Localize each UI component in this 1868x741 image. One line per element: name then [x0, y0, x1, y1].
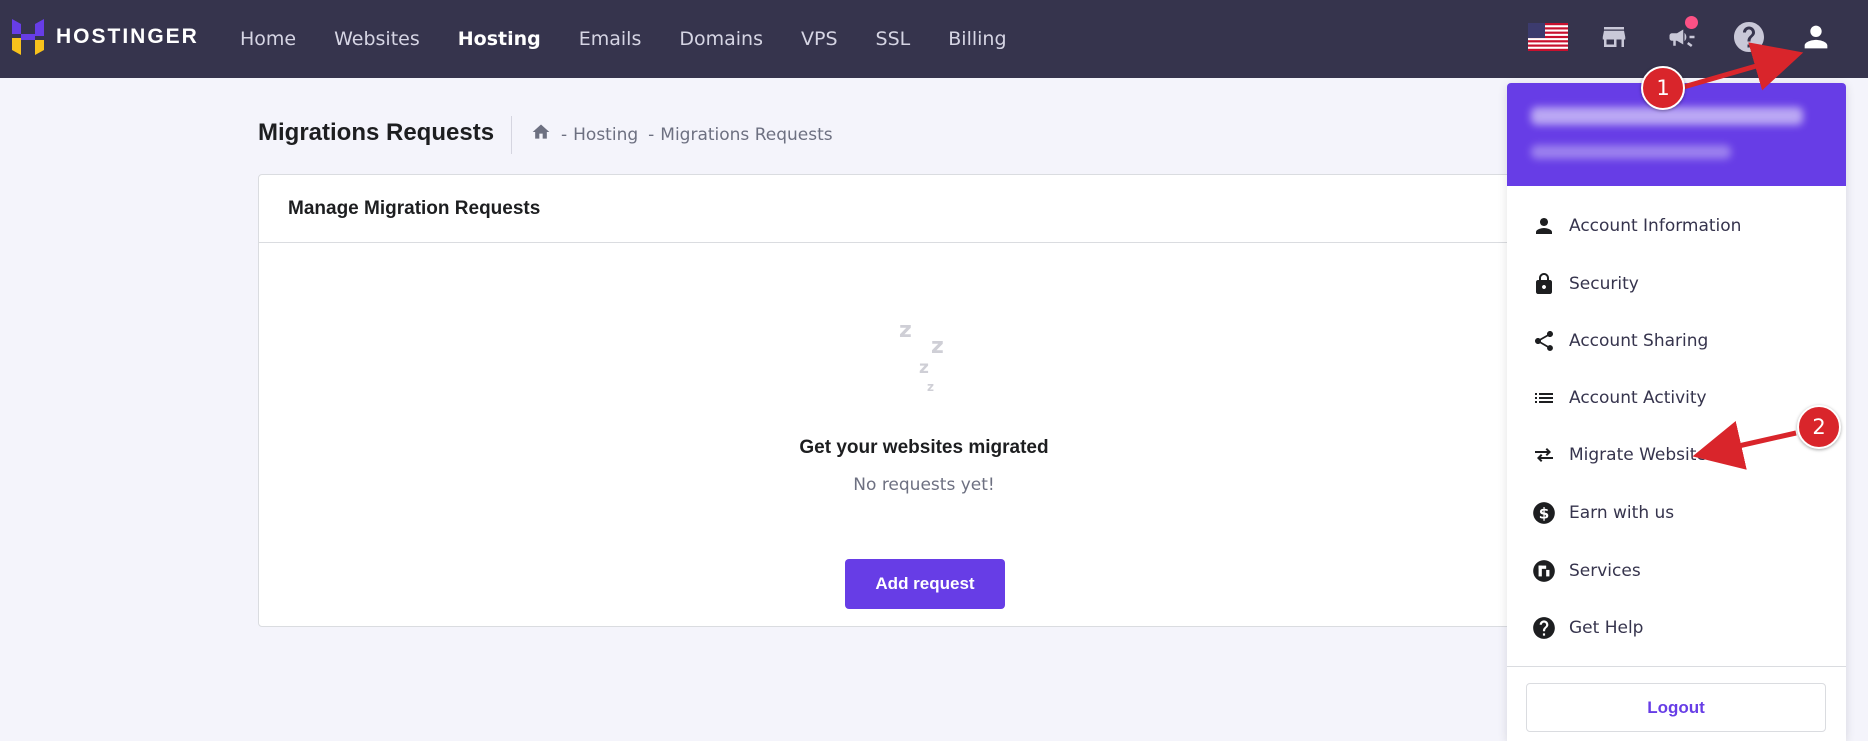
home-icon[interactable] — [531, 122, 551, 147]
lock-icon — [1531, 271, 1557, 297]
list-icon — [1531, 385, 1557, 411]
share-icon — [1531, 328, 1557, 354]
annotation-marker-1: 1 — [1641, 66, 1685, 110]
nav-hosting[interactable]: Hosting — [458, 28, 541, 50]
nav-ssl[interactable]: SSL — [876, 28, 911, 50]
menu-item-label: Migrate Website — [1569, 445, 1707, 465]
add-request-button[interactable]: Add request — [845, 559, 1005, 609]
title-divider — [511, 116, 512, 154]
svg-text:z: z — [919, 358, 929, 378]
empty-state-subtitle: No requests yet! — [853, 475, 995, 495]
brand-name: HOSTINGER — [56, 25, 199, 48]
breadcrumb-separator: - — [648, 124, 655, 145]
menu-item-label: Account Activity — [1569, 388, 1707, 408]
main-nav: Home Websites Hosting Emails Domains VPS… — [240, 0, 1045, 78]
menu-item-label: Account Information — [1569, 216, 1742, 236]
blurred-username — [1531, 145, 1731, 159]
top-navigation-bar: HOSTINGER Home Websites Hosting Emails D… — [0, 0, 1868, 78]
notification-dot — [1685, 16, 1698, 29]
menu-divider — [1507, 666, 1846, 667]
user-icon[interactable] — [1794, 17, 1838, 57]
breadcrumb: - Hosting - Migrations Requests — [531, 122, 833, 147]
empty-state-title: Get your websites migrated — [799, 437, 1049, 458]
us-flag-icon[interactable] — [1526, 17, 1570, 57]
store-icon[interactable] — [1592, 17, 1636, 57]
annotation-marker-2: 2 — [1797, 405, 1841, 449]
menu-item-security[interactable]: Security — [1507, 261, 1846, 307]
nav-emails[interactable]: Emails — [579, 28, 642, 50]
logout-button[interactable]: Logout — [1526, 683, 1826, 732]
sleeping-zzz-icon: z z z z — [899, 318, 944, 394]
breadcrumb-separator: - — [561, 124, 568, 145]
card-header: Manage Migration Requests — [259, 175, 1587, 243]
menu-item-label: Earn with us — [1569, 503, 1675, 523]
menu-item-earn-with-us[interactable]: $ Earn with us — [1507, 490, 1846, 536]
menu-item-migrate-website[interactable]: Migrate Website — [1507, 432, 1846, 478]
nav-billing[interactable]: Billing — [948, 28, 1006, 50]
account-dropdown-menu: Account Information Security Account Sha… — [1507, 83, 1846, 741]
dollar-icon: $ — [1531, 500, 1557, 526]
migrate-arrows-icon — [1531, 442, 1557, 468]
menu-item-label: Services — [1569, 561, 1641, 581]
page-title: Migrations Requests — [258, 119, 495, 146]
menu-item-get-help[interactable]: Get Help — [1507, 605, 1846, 651]
menu-item-account-sharing[interactable]: Account Sharing — [1507, 318, 1846, 364]
hostinger-logo[interactable]: HOSTINGER — [12, 19, 199, 55]
menu-item-label: Account Sharing — [1569, 331, 1709, 351]
breadcrumb-hosting[interactable]: Hosting — [573, 125, 638, 145]
nav-vps[interactable]: VPS — [801, 28, 838, 50]
svg-text:z: z — [899, 318, 912, 343]
services-icon — [1531, 558, 1557, 584]
help-icon — [1531, 615, 1557, 641]
breadcrumb-migrations: Migrations Requests — [660, 124, 833, 145]
nav-home[interactable]: Home — [240, 28, 296, 50]
menu-item-account-information[interactable]: Account Information — [1507, 203, 1846, 249]
svg-text:z: z — [927, 380, 934, 394]
menu-item-label: Get Help — [1569, 618, 1644, 638]
menu-item-services[interactable]: Services — [1507, 548, 1846, 594]
person-icon — [1531, 213, 1557, 239]
megaphone-icon[interactable] — [1660, 16, 1704, 57]
hostinger-logo-icon — [12, 19, 44, 55]
nav-websites[interactable]: Websites — [334, 28, 420, 50]
blurred-email — [1531, 107, 1803, 125]
svg-text:$: $ — [1539, 504, 1550, 522]
migration-requests-card: Manage Migration Requests z z z z Get yo… — [258, 174, 1588, 627]
svg-text:z: z — [931, 334, 944, 359]
nav-domains[interactable]: Domains — [679, 28, 763, 50]
help-icon[interactable] — [1727, 17, 1771, 57]
menu-item-label: Security — [1569, 274, 1639, 294]
menu-item-account-activity[interactable]: Account Activity — [1507, 375, 1846, 421]
